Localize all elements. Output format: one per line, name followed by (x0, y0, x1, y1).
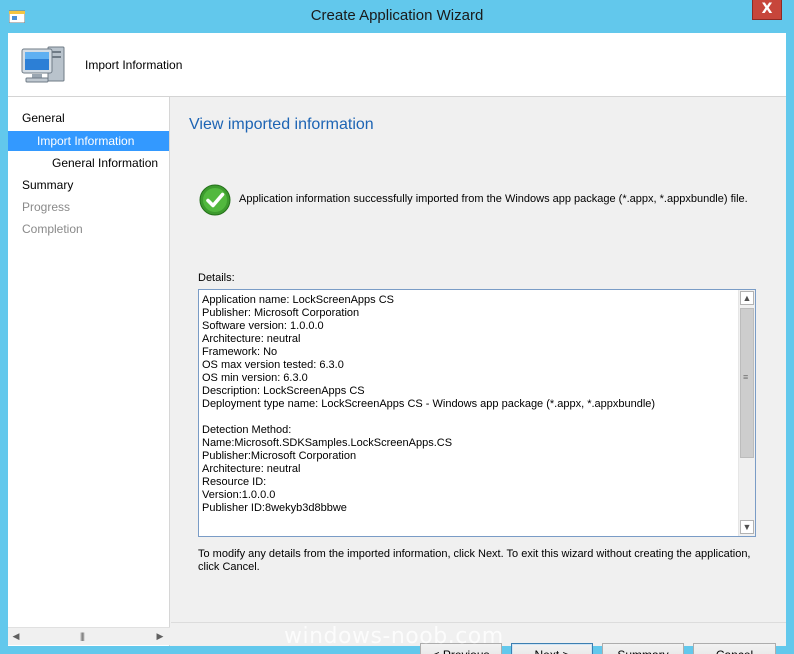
wizard-header: Import Information (8, 33, 786, 97)
scroll-grip-icon[interactable]: ||| (80, 631, 85, 641)
close-button[interactable]: X (752, 0, 782, 20)
header-title: Import Information (85, 58, 183, 72)
title-bar[interactable]: Create Application Wizard X (0, 0, 794, 33)
wizard-window: Create Application Wizard X Import Infor… (0, 0, 794, 654)
details-line: Publisher:Microsoft Corporation (202, 450, 357, 462)
details-label: Details: (198, 272, 235, 284)
details-line: Publisher ID:8wekyb3d8bbwe (202, 502, 347, 514)
details-line: Architecture: neutral (202, 463, 301, 475)
details-line: Application name: LockScreenApps CS (202, 294, 394, 306)
details-line: OS max version tested: 6.3.0 (202, 359, 344, 371)
nav-horizontal-scrollbar[interactable]: ◀ ||| ▶ (8, 627, 170, 645)
scroll-left-icon[interactable]: ◀ (10, 631, 22, 642)
next-button[interactable]: Next > (511, 643, 593, 654)
scroll-right-icon[interactable]: ▶ (154, 631, 166, 642)
success-message: Application information successfully imp… (239, 193, 748, 205)
wizard-client-area: Import Information General Import Inform… (8, 33, 786, 654)
nav-item-summary[interactable]: Summary (22, 175, 162, 195)
scroll-down-icon[interactable]: ▼ (740, 520, 754, 534)
nav-item-completion: Completion (22, 222, 83, 236)
details-line: Name:Microsoft.SDKSamples.LockScreenApps… (202, 437, 453, 449)
details-line: Resource ID: (202, 476, 267, 488)
details-line: Software version: 1.0.0.0 (202, 320, 324, 332)
page-title: View imported information (189, 116, 374, 133)
cancel-button[interactable]: Cancel (693, 643, 776, 654)
details-line: OS min version: 6.3.0 (202, 372, 308, 384)
details-line: Framework: No (202, 346, 278, 358)
close-icon: X (761, 1, 773, 17)
window-title: Create Application Wizard (310, 7, 484, 24)
instruction-text: To modify any details from the imported … (198, 548, 751, 573)
details-line: Architecture: neutral (202, 333, 301, 345)
scroll-up-icon[interactable]: ▲ (740, 291, 754, 305)
nav-item-general-information[interactable]: General Information (52, 153, 168, 173)
details-line (202, 411, 736, 424)
scroll-grip-icon: ≡ (743, 372, 749, 382)
computer-icon (21, 46, 65, 83)
scroll-thumb[interactable]: ≡ (740, 308, 754, 458)
details-vertical-scrollbar[interactable]: ▲ ≡ ▼ (738, 290, 755, 536)
details-line: Detection Method: (202, 424, 292, 436)
nav-item-progress: Progress (22, 200, 71, 214)
details-text: Application name: LockScreenApps CS Publi… (202, 294, 736, 515)
nav-item-general[interactable]: General (22, 108, 162, 128)
nav-item-import-information[interactable]: Import Information (8, 131, 169, 151)
details-textbox[interactable]: Application name: LockScreenApps CS Publi… (198, 289, 756, 537)
footer-divider (171, 622, 786, 623)
success-check-icon (199, 184, 231, 216)
details-line: Deployment type name: LockScreenApps CS … (202, 398, 656, 410)
wizard-nav-pane: General Import Information General Infor… (8, 97, 170, 646)
details-line: Version:1.0.0.0 (202, 489, 276, 501)
details-line: Description: LockScreenApps CS (202, 385, 365, 397)
details-line: Publisher: Microsoft Corporation (202, 307, 360, 319)
wizard-content: View imported information Application in… (171, 97, 786, 654)
summary-button[interactable]: Summary (602, 643, 684, 654)
watermark: windows-noob.com (284, 624, 504, 649)
